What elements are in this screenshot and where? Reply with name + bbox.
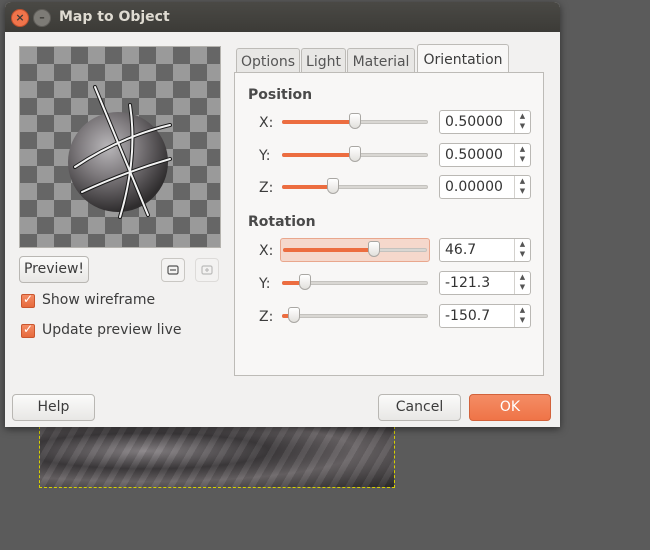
zoom-in-icon: [201, 265, 213, 275]
slider-fill: [283, 248, 374, 252]
tab-light[interactable]: Light: [301, 48, 346, 74]
slider-handle[interactable]: [287, 307, 300, 323]
position-x-slider[interactable]: [280, 111, 430, 133]
spin-value: -150.7: [445, 308, 491, 324]
tab-options[interactable]: Options: [236, 48, 300, 74]
rotation-z-slider[interactable]: [280, 305, 430, 327]
image-canvas: [39, 426, 395, 488]
show-wireframe-label: Show wireframe: [42, 292, 156, 308]
spin-arrows-icon[interactable]: ▲ ▼: [514, 272, 530, 294]
position-y-spinbox[interactable]: 0.50000 ▲ ▼: [439, 143, 531, 167]
rotation-y-label: Y:: [259, 276, 271, 292]
spin-arrows-icon[interactable]: ▲ ▼: [514, 176, 530, 198]
zoom-in-button[interactable]: [195, 258, 219, 282]
zoom-out-icon: [167, 265, 179, 275]
zoom-out-button[interactable]: [161, 258, 185, 282]
close-icon[interactable]: ×: [11, 9, 29, 27]
rotation-z-spinbox[interactable]: -150.7 ▲ ▼: [439, 304, 531, 328]
spin-arrows-icon[interactable]: ▲ ▼: [514, 239, 530, 261]
map-to-object-dialog: × – Map to Object Preview! ✓ Show wirefr…: [5, 2, 560, 427]
spin-arrows-icon[interactable]: ▲ ▼: [514, 111, 530, 133]
dialog-title: Map to Object: [59, 9, 170, 25]
update-preview-checkbox[interactable]: [21, 322, 35, 338]
title-bar: × – Map to Object: [5, 2, 560, 32]
cancel-button[interactable]: Cancel: [378, 394, 461, 421]
help-button[interactable]: Help: [12, 394, 95, 421]
slider-handle[interactable]: [299, 274, 312, 290]
rotation-x-label: X:: [259, 243, 274, 259]
preview-sphere: [68, 85, 172, 219]
rotation-y-slider[interactable]: [280, 272, 430, 294]
update-preview-label: Update preview live: [42, 322, 182, 338]
spin-value: 46.7: [445, 242, 477, 258]
slider-track: [282, 314, 428, 318]
rotation-heading: Rotation: [248, 214, 316, 230]
position-y-label: Y:: [259, 148, 271, 164]
slider-handle[interactable]: [327, 178, 340, 194]
tab-orientation[interactable]: Orientation: [417, 44, 509, 75]
slider-handle[interactable]: [367, 241, 380, 257]
spin-value: 0.50000: [445, 114, 503, 130]
minimize-icon[interactable]: –: [33, 9, 51, 27]
show-wireframe-checkbox[interactable]: [21, 292, 35, 308]
rotation-z-label: Z:: [259, 309, 274, 325]
rotation-y-spinbox[interactable]: -121.3 ▲ ▼: [439, 271, 531, 295]
slider-handle[interactable]: [349, 146, 361, 162]
ok-button[interactable]: OK: [469, 394, 551, 421]
position-x-label: X:: [259, 115, 274, 131]
tab-material[interactable]: Material: [347, 48, 415, 74]
position-z-slider[interactable]: [280, 176, 430, 198]
spin-arrows-icon[interactable]: ▲ ▼: [514, 144, 530, 166]
position-z-label: Z:: [259, 180, 274, 196]
position-x-spinbox[interactable]: 0.50000 ▲ ▼: [439, 110, 531, 134]
rotation-x-spinbox[interactable]: 46.7 ▲ ▼: [439, 238, 531, 262]
preview-button[interactable]: Preview!: [19, 256, 89, 283]
slider-fill: [282, 185, 334, 189]
position-z-spinbox[interactable]: 0.00000 ▲ ▼: [439, 175, 531, 199]
slider-fill: [282, 153, 355, 157]
slider-fill: [282, 120, 355, 124]
position-y-slider[interactable]: [280, 144, 430, 166]
spin-value: 0.50000: [445, 147, 503, 163]
spin-value: -121.3: [445, 275, 491, 291]
spin-value: 0.00000: [445, 179, 503, 195]
slider-handle[interactable]: [349, 113, 361, 129]
spin-arrows-icon[interactable]: ▲ ▼: [514, 305, 530, 327]
preview-area: [19, 46, 221, 248]
position-heading: Position: [248, 87, 313, 103]
rotation-x-slider[interactable]: [280, 238, 430, 262]
